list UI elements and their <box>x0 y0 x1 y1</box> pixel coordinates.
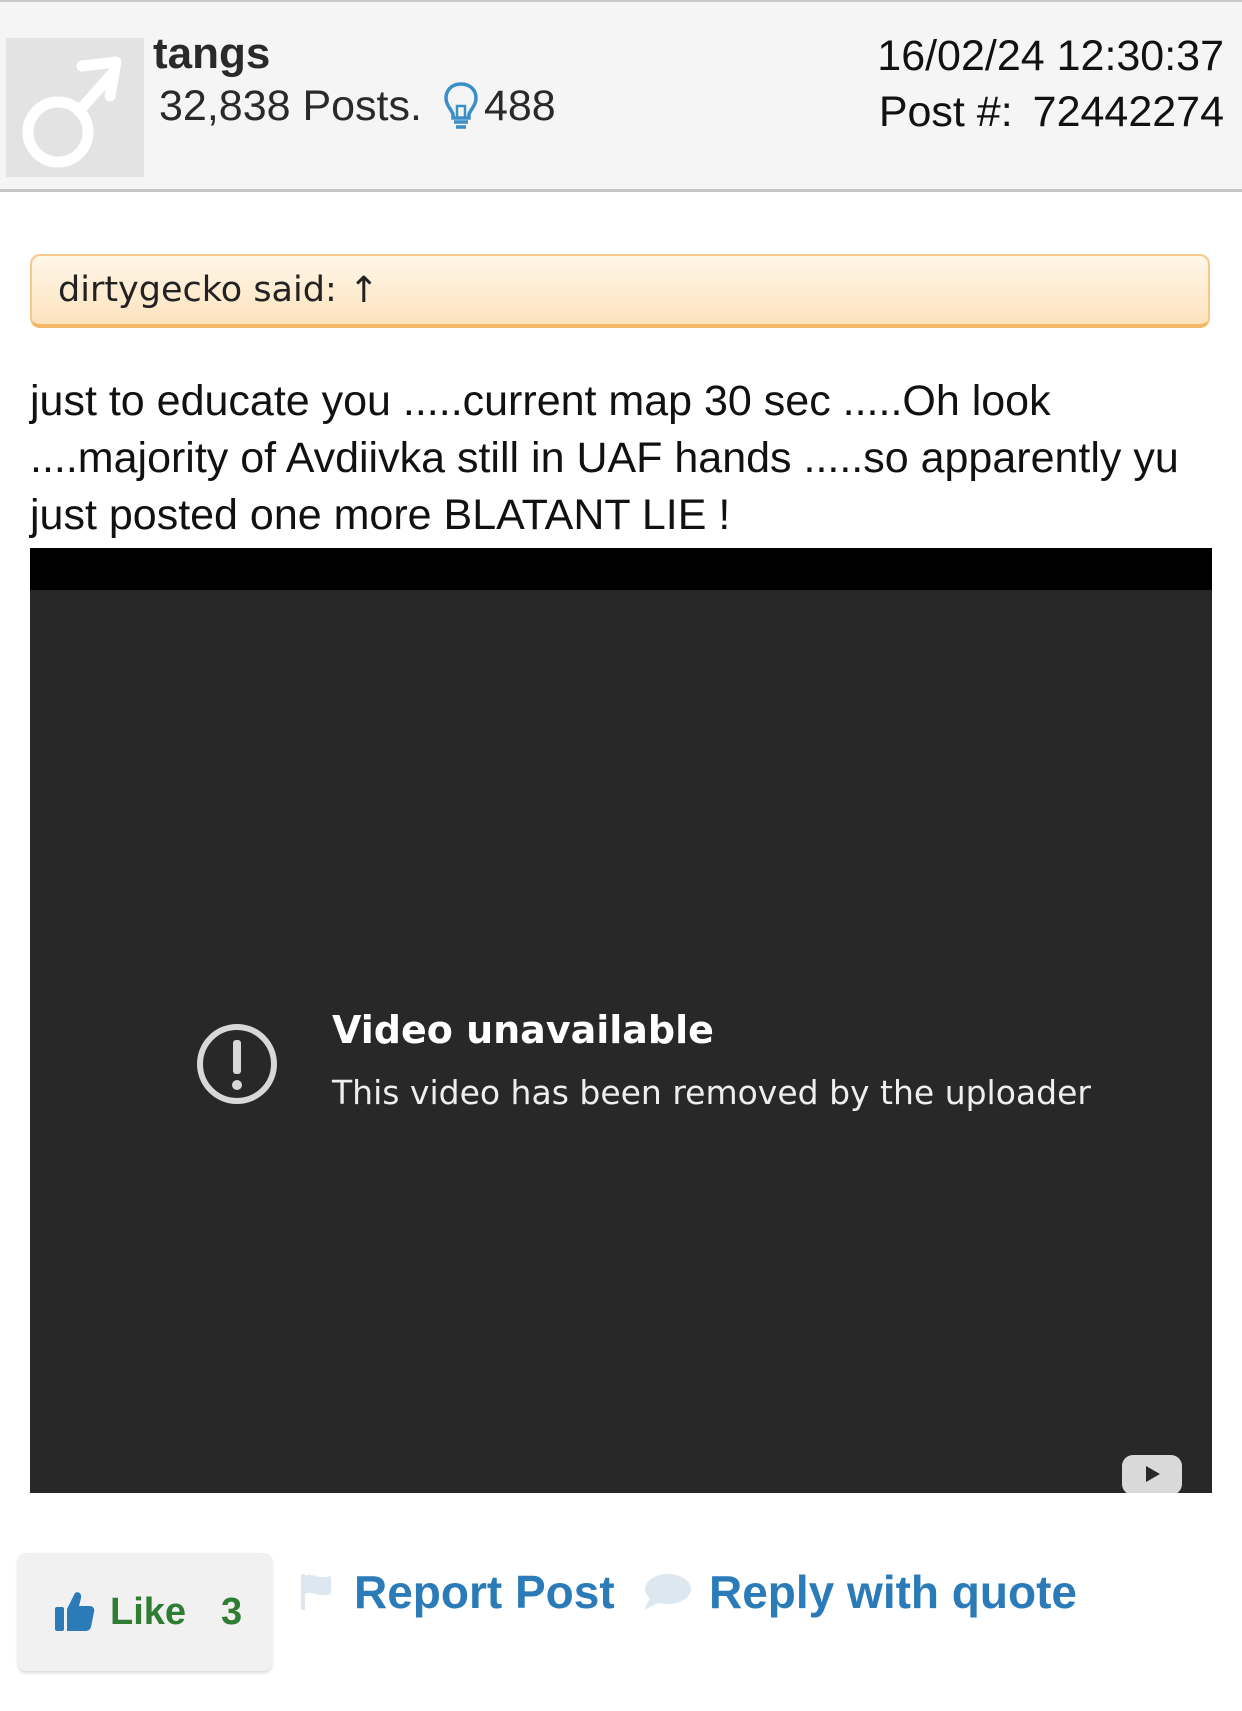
youtube-icon[interactable] <box>1122 1453 1182 1493</box>
video-top-bar <box>30 548 1212 590</box>
quote-header: dirtygecko said: ↑ <box>30 254 1210 328</box>
reply-with-quote-link[interactable]: Reply with quote <box>709 1564 1077 1620</box>
like-label: Like <box>110 1591 187 1633</box>
username[interactable]: tangs <box>153 26 270 82</box>
reputation-count: 488 <box>483 82 556 130</box>
post-date: 16/02/24 12:30:37 <box>877 32 1224 80</box>
embedded-video[interactable]: Video unavailable This video has been re… <box>30 548 1212 1493</box>
flag-icon[interactable] <box>298 1572 334 1612</box>
like-button[interactable]: Like 3 <box>18 1553 272 1671</box>
speech-bubble-icon[interactable] <box>642 1572 692 1612</box>
post-header: tangs 32,838 Posts. 488 16/02/24 12:30:3… <box>0 0 1242 192</box>
thumbs-up-icon <box>53 1589 95 1633</box>
post-number[interactable]: Post #: 72442274 <box>879 84 1224 140</box>
post-number-label: Post #: <box>878 88 1013 136</box>
posts-count: 32,838 Posts. <box>159 82 422 130</box>
like-count: 3 <box>221 1591 243 1633</box>
quote-jump-arrow[interactable]: ↑ <box>349 270 379 311</box>
quote-author: dirtygecko said: <box>58 270 337 310</box>
male-symbol-icon <box>22 56 122 168</box>
post-number-value: 72442274 <box>1032 88 1224 136</box>
warning-icon <box>195 1022 279 1106</box>
avatar[interactable] <box>6 38 144 177</box>
lightbulb-icon <box>442 81 480 131</box>
report-post-link[interactable]: Report Post <box>354 1564 615 1620</box>
post-body-text: just to educate you .....current map 30 … <box>30 377 1179 539</box>
video-unavailable-title: Video unavailable <box>332 1008 714 1052</box>
user-stats: 32,838 Posts. 488 <box>159 78 556 134</box>
video-unavailable-message: This video has been removed by the uploa… <box>332 1073 1091 1112</box>
